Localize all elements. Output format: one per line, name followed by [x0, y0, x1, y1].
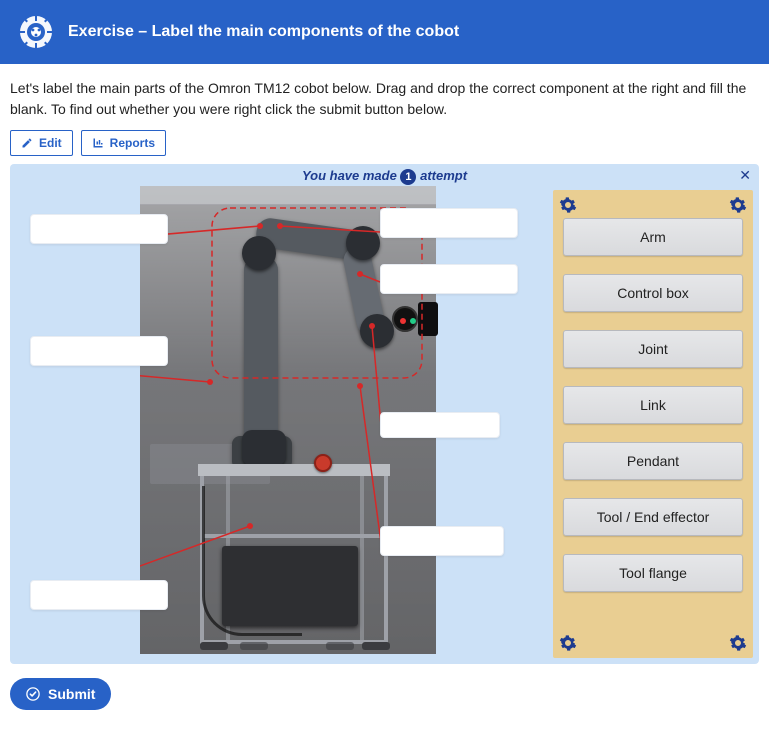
exercise-header: Exercise – Label the main components of …	[0, 0, 769, 64]
drop-slot[interactable]	[30, 214, 168, 244]
drag-option-joint[interactable]: Joint	[563, 330, 743, 368]
drag-drop-stage: You have made 1 attempt ✕	[10, 164, 759, 664]
e-stop-button	[314, 454, 332, 472]
drop-slot[interactable]	[380, 208, 518, 238]
robot-end-effector	[392, 306, 418, 332]
options-panel: Arm Control box Joint Link Pendant Tool …	[553, 190, 753, 658]
cog-badge-icon	[18, 14, 54, 50]
close-icon[interactable]: ✕	[739, 168, 751, 182]
drop-slot[interactable]	[380, 264, 518, 294]
drag-option-end-effector[interactable]: Tool / End effector	[563, 498, 743, 536]
robot-joint	[242, 236, 276, 270]
reports-label: Reports	[110, 136, 155, 150]
check-circle-icon	[26, 687, 40, 701]
robot-joint	[346, 226, 380, 260]
drop-slot[interactable]	[30, 336, 168, 366]
drop-slot[interactable]	[380, 412, 500, 438]
robot-joint	[242, 430, 286, 466]
status-prefix: You have made	[302, 168, 397, 183]
drag-option-tool-flange[interactable]: Tool flange	[563, 554, 743, 592]
exercise-title: Exercise – Label the main components of …	[68, 23, 459, 41]
status-suffix: attempt	[420, 168, 467, 183]
drag-option-pendant[interactable]: Pendant	[563, 442, 743, 480]
robot-gripper	[418, 302, 438, 336]
pencil-icon	[21, 137, 33, 149]
gear-icon	[559, 196, 577, 214]
edit-button[interactable]: Edit	[10, 130, 73, 156]
chart-icon	[92, 137, 104, 149]
robot-link	[244, 256, 278, 446]
submit-button[interactable]: Submit	[10, 678, 111, 710]
cart-top	[198, 464, 390, 476]
drop-slot[interactable]	[30, 580, 168, 610]
reports-button[interactable]: Reports	[81, 130, 166, 156]
action-bar: Edit Reports	[0, 130, 769, 164]
drag-option-arm[interactable]: Arm	[563, 218, 743, 256]
drag-option-control-box[interactable]: Control box	[563, 274, 743, 312]
drop-slot[interactable]	[380, 526, 504, 556]
gear-icon	[559, 634, 577, 652]
attempt-count: 1	[400, 169, 416, 185]
edit-label: Edit	[39, 136, 62, 150]
gear-icon	[729, 634, 747, 652]
drag-option-link[interactable]: Link	[563, 386, 743, 424]
exercise-description: Let's label the main parts of the Omron …	[0, 64, 769, 130]
gear-icon	[729, 196, 747, 214]
robot-joint	[360, 314, 394, 348]
submit-label: Submit	[48, 686, 95, 702]
